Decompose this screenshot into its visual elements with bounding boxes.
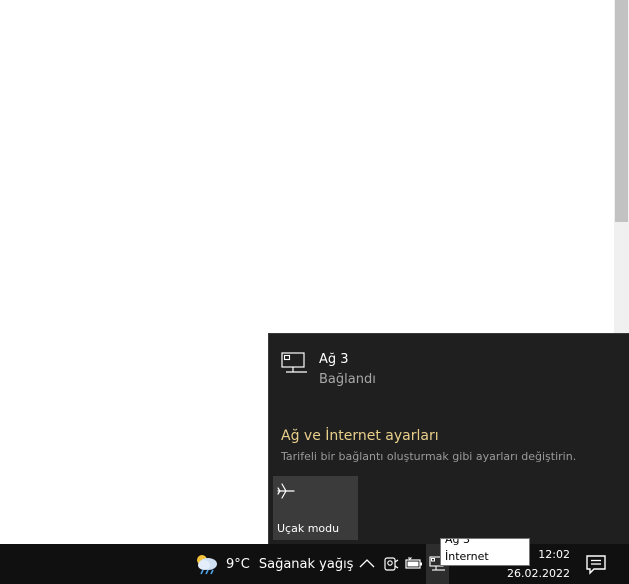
cloud-rain-sun-icon (197, 555, 217, 575)
tooltip-network-name: Ağ 3 (445, 538, 471, 546)
ethernet-icon (281, 352, 307, 373)
weather-widget[interactable]: 9°C Sağanak yağış (194, 544, 353, 584)
battery-icon[interactable] (404, 554, 424, 574)
network-settings-link[interactable]: Ağ ve İnternet ayarları (281, 428, 439, 444)
notification-center-icon[interactable] (584, 552, 608, 576)
tooltip-status: İnternet erişimi (445, 550, 489, 565)
network-settings-description: Tarifeli bir bağlantı oluşturmak gibi ay… (281, 450, 577, 463)
meet-icon[interactable] (381, 554, 401, 574)
weather-condition: Sağanak yağış (258, 556, 354, 572)
network-tooltip: Ağ 3 İnternet erişimi (440, 538, 530, 566)
airplane-mode-tile[interactable]: Uçak modu (273, 476, 358, 540)
taskbar: 9°C Sağanak yağış 12:02 26.02.2022 (0, 544, 629, 584)
airplane-mode-label: Uçak modu (277, 522, 340, 535)
network-item[interactable]: Ağ 3 Bağlandı (269, 334, 629, 404)
scrollbar-thumb[interactable] (615, 0, 628, 222)
clock-date: 26.02.2022 (507, 567, 570, 580)
weather-temp: 9°C (226, 556, 250, 572)
clock-time: 12:02 (538, 548, 570, 561)
chevron-up-icon[interactable] (357, 554, 377, 574)
network-status: Bağlandı (319, 372, 376, 387)
airplane-icon (277, 483, 295, 499)
network-name: Ağ 3 (319, 352, 349, 367)
network-flyout: Ağ 3 Bağlandı Ağ ve İnternet ayarları Ta… (268, 333, 629, 544)
